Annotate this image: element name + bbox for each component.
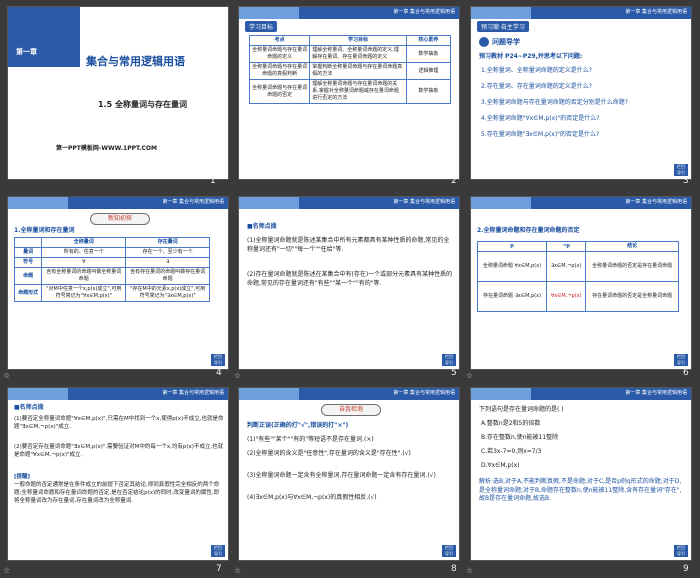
slide-header: 第一章 集合与常用逻辑用语: [471, 197, 691, 209]
slide-6[interactable]: 第一章 集合与常用逻辑用语 2.全称量词命题和存在量词命题的否定 p ¬p 结论 全…: [470, 196, 692, 370]
slide-number: 9: [683, 564, 689, 574]
heading: ■名师点拨: [247, 223, 277, 230]
slide-header: 第一章 集合与常用逻辑用语: [8, 388, 228, 400]
list-item: (4)∃x∈M,p(x)与∀x∈M,¬p(x)的真假性相反.(√): [247, 494, 377, 501]
slide-grid: 第一章 集合与常用逻辑用语 1.5 全称量词与存在量词 第一PPT模板网-WWW…: [0, 0, 700, 578]
section-tag: 新知初探: [90, 213, 150, 225]
question-icon: [479, 37, 489, 47]
slide-header: 第一章 集合与常用逻辑用语: [471, 388, 691, 400]
list-item: 4.全称量词命题"∀x∈M,p(x)"的否定是什么?: [481, 115, 600, 122]
nav-button[interactable]: 栏目 导引: [442, 545, 456, 557]
paragraph: (2)存在量词命题就是陈述在某集合中有(存在)一个或部分元素具有某种性质的命题,…: [247, 271, 453, 287]
tip-label: [提醒]: [14, 474, 31, 480]
slide-1-banner: [8, 7, 80, 67]
nav-button[interactable]: 栏目 导引: [442, 354, 456, 366]
slide-number: 6: [683, 368, 689, 378]
paragraph: 一般命题的否定通常是在条件成立的前提下否定其结论,得到真假性完全相反的两个命题;…: [14, 482, 220, 504]
slide-number: 2: [451, 176, 457, 186]
star-icon[interactable]: ☆: [3, 371, 10, 380]
slide-header: 第一章 集合与常用逻辑用语: [8, 197, 228, 209]
heading: 1.全称量词和存在量词: [14, 227, 75, 234]
negation-table: p ¬p 结论 全称量词命题 ∀x∈M,p(x) ∃x∈M,¬p(x) 全称量词命题的否…: [476, 241, 679, 312]
section-title: 1.5 全称量词与存在量词: [98, 100, 187, 109]
list-item: (1)"有些""某个""有的"等短语不是存在量词.(×): [247, 436, 374, 443]
slide-3[interactable]: 第一章 集合与常用逻辑用语 预习案·自主学习 问题导学 预习教材 P24~P29…: [470, 6, 692, 180]
section-tag: 学习目标: [245, 21, 278, 32]
slide-header: 第一章 集合与常用逻辑用语: [239, 197, 459, 209]
nav-button[interactable]: 栏目 导引: [674, 354, 688, 366]
slide-header: 第一章 集合与常用逻辑用语: [471, 7, 691, 19]
footer-url: 第一PPT模板网-WWW.1PPT.COM: [56, 145, 157, 152]
slide-1[interactable]: 第一章 集合与常用逻辑用语 1.5 全称量词与存在量词 第一PPT模板网-WWW…: [7, 6, 229, 180]
slide-number: 3: [683, 176, 689, 186]
slide-8[interactable]: 第一章 集合与常用逻辑用语 自我检测 判断正误(正确的打"√",错误的打"×")…: [238, 387, 460, 561]
paragraph: (2)要否定存在量词命题"∃x∈M,p(x)",需要验证对M中的每一个x,均有p…: [14, 444, 224, 458]
option: C.若3x-7=0,则x=7/3: [481, 448, 542, 455]
list-item: (3)全称量词命题一定含有全称量词,存在量词命题一定含有存在量词.(√): [247, 472, 436, 479]
section-tag: 自我检测: [321, 404, 381, 416]
answer: 解析:选B.对于A,不能判断真假,不是命题;对于C,是否p则q形式的命题;对于D…: [479, 478, 682, 503]
objectives-table: 考点 学习目标 核心素养 全称量词命题与存在量词命题的定义 理解全称量词、全称量词命题…: [248, 35, 452, 104]
subtitle: 问题导学: [492, 38, 520, 46]
slide-5[interactable]: 第一章 集合与常用逻辑用语 ■名师点拨 (1)全称量词命题就是陈述某集合中所有元…: [238, 196, 460, 370]
intro: 判断正误(正确的打"√",错误的打"×"): [247, 422, 349, 429]
option: D.∀x∈M,p(x): [481, 462, 520, 469]
slide-number: 8: [451, 564, 457, 574]
heading: ■名师点拨: [14, 404, 44, 411]
slide-9[interactable]: 第一章 集合与常用逻辑用语 下列语句是存在量词命题的是( ) A.整数n是2和5…: [470, 387, 692, 561]
nav-button[interactable]: 栏目 导引: [674, 164, 688, 176]
nav-button[interactable]: 栏目 导引: [211, 354, 225, 366]
slide-number: 5: [451, 368, 457, 378]
list-item: (2)全称量词的含义是"任意性",存在量词的含义是"存在性".(√): [247, 450, 411, 457]
quantifier-table: 全称量词 存在量词 量词 所有的、任意一个 存在一个、至少有一个 符号 ∀ ∃ 命题 含有全…: [13, 237, 210, 302]
list-item: 1.全称量词、全称量词命题的定义是什么?: [481, 67, 592, 74]
heading: 2.全称量词命题和存在量词命题的否定: [477, 227, 580, 234]
paragraph: (1)全称量词命题就是陈述某集合中所有元素都具有某种性质的命题,常见的全称量词还…: [247, 237, 450, 253]
intro: 预习教材 P24~P29,并思考以下问题:: [479, 53, 583, 60]
slide-2[interactable]: 第一章 集合与常用逻辑用语 学习目标 考点 学习目标 核心素养 全称量词命题与存在量…: [238, 6, 460, 180]
list-item: 5.存在量词命题"∃x∈M,p(x)"的否定是什么?: [481, 131, 600, 138]
option: B.存在整数n,使n能被11整除: [481, 434, 559, 441]
section-tag: 预习案·自主学习: [477, 21, 529, 32]
list-item: 2.存在量词、存在量词命题的定义是什么?: [481, 83, 592, 90]
list-item: 3.全称量词命题与存在量词命题的否定分别是什么命题?: [481, 99, 628, 106]
slide-7[interactable]: 第一章 集合与常用逻辑用语 ■名师点拨 (1)要否定全称量词命题"∀x∈M,p(…: [7, 387, 229, 561]
slide-number: 4: [216, 368, 222, 378]
question: 下列语句是存在量词命题的是( ): [479, 406, 564, 413]
chapter-badge: 第一章: [16, 48, 37, 56]
slide-number: 1: [210, 176, 216, 186]
nav-button[interactable]: 栏目 导引: [211, 545, 225, 557]
slide-header: 第一章 集合与常用逻辑用语: [239, 7, 459, 19]
slide-1-title: 集合与常用逻辑用语: [86, 55, 185, 68]
option: A.整数n是2和5的倍数: [481, 420, 541, 427]
paragraph: (1)要否定全称量词命题"∀x∈M,p(x)",只需在M中找到一个x,使得p(x…: [14, 416, 224, 430]
slide-4[interactable]: 第一章 集合与常用逻辑用语 新知初探 1.全称量词和存在量词 全称量词 存在量词 …: [7, 196, 229, 370]
star-icon[interactable]: ☆: [466, 371, 473, 380]
slide-header: 第一章 集合与常用逻辑用语: [239, 388, 459, 400]
star-icon[interactable]: ☆: [3, 566, 10, 575]
nav-button[interactable]: 栏目 导引: [674, 545, 688, 557]
star-icon[interactable]: ☆: [234, 566, 241, 575]
slide-number: 7: [216, 564, 222, 574]
star-icon[interactable]: ☆: [234, 371, 241, 380]
star-icon[interactable]: ☆: [466, 566, 473, 575]
